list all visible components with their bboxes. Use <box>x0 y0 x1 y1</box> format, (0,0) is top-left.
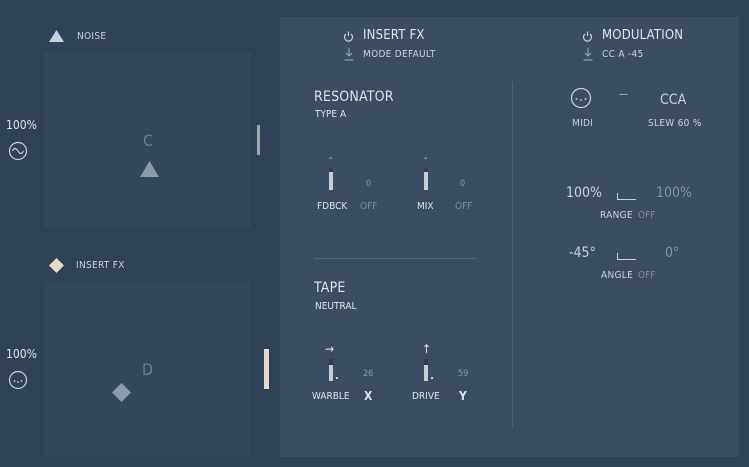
angle-off[interactable]: OFF <box>638 270 655 281</box>
range-graph-icon[interactable] <box>617 193 636 200</box>
pad-d-handle-diamond-icon[interactable] <box>112 383 131 402</box>
angle-left-value[interactable]: -45° <box>569 245 596 261</box>
tape-type[interactable]: NEUTRAL <box>315 301 357 312</box>
warble-value: 26 <box>363 369 374 379</box>
warble-axis[interactable]: X <box>364 389 372 403</box>
noise-triangle-icon[interactable] <box>49 30 64 42</box>
panel-divider-horizontal <box>314 258 477 259</box>
modulation-download-icon[interactable] <box>583 48 593 61</box>
insert-fx-title: INSERT FX <box>363 28 425 43</box>
angle-label: ANGLE <box>601 270 634 281</box>
range-left-value[interactable]: 100% <box>566 185 602 201</box>
mix-mark: - <box>424 153 428 164</box>
drive-slider[interactable] <box>424 359 428 381</box>
modulation-title: MODULATION <box>602 28 684 43</box>
pad-d-level: 100% <box>6 347 37 361</box>
mod-dash: — <box>619 89 629 100</box>
sine-wave-icon[interactable] <box>8 141 28 161</box>
fdbck-label: FDBCK <box>317 201 348 212</box>
slew-label[interactable]: SLEW 60 % <box>648 118 702 129</box>
angle-right-value[interactable]: 0° <box>665 245 679 261</box>
warble-arrow-icon: → <box>325 342 335 356</box>
insert-fx-title-left: INSERT FX <box>76 260 125 271</box>
drive-label: DRIVE <box>412 391 440 402</box>
drive-value: 59 <box>458 369 469 379</box>
drive-dot <box>431 377 433 379</box>
mix-label: MIX <box>417 201 434 212</box>
random-dots-icon[interactable] <box>8 370 28 390</box>
pad-c-handle-triangle-icon[interactable] <box>140 161 159 177</box>
pad-d-letter: D <box>142 360 154 379</box>
range-label: RANGE <box>600 210 633 221</box>
mix-slider[interactable] <box>424 168 428 190</box>
warble-label: WARBLE <box>312 391 350 402</box>
drive-axis[interactable]: Y <box>459 389 467 403</box>
insert-fx-mode[interactable]: MODE DEFAULT <box>363 49 436 60</box>
mix-off[interactable]: OFF <box>455 201 472 212</box>
insert-fx-power-icon[interactable] <box>343 31 354 42</box>
pad-d-level-bar[interactable] <box>264 349 269 389</box>
fdbck-mark: - <box>329 153 333 164</box>
range-off[interactable]: OFF <box>638 210 655 221</box>
pad-c-level-bar[interactable] <box>257 125 260 155</box>
mix-value: 0 <box>460 179 466 189</box>
noise-title: NOISE <box>77 31 107 42</box>
cca-label[interactable]: CCA <box>660 92 686 108</box>
resonator-title: RESONATOR <box>314 89 394 105</box>
insert-fx-diamond-icon[interactable] <box>49 258 64 273</box>
fdbck-off[interactable]: OFF <box>360 201 377 212</box>
fdbck-value: 0 <box>366 179 372 189</box>
pad-c-level: 100% <box>6 118 37 132</box>
drive-arrow-icon: ↑ <box>422 342 432 356</box>
warble-dot <box>336 377 338 379</box>
panel-divider-vertical <box>512 82 513 428</box>
pad-c-letter: C <box>143 131 154 150</box>
modulation-power-icon[interactable] <box>582 31 593 42</box>
midi-label: MIDI <box>572 118 594 129</box>
insert-fx-download-icon[interactable] <box>344 48 354 61</box>
range-right-value[interactable]: 100% <box>656 185 692 201</box>
modulation-source[interactable]: CC A -45 <box>602 49 644 60</box>
midi-icon[interactable] <box>570 87 592 109</box>
angle-graph-icon[interactable] <box>617 253 636 260</box>
tape-title: TAPE <box>314 280 346 296</box>
resonator-type[interactable]: TYPE A <box>315 109 346 120</box>
warble-slider[interactable] <box>329 359 333 381</box>
fdbck-slider[interactable] <box>329 168 333 190</box>
